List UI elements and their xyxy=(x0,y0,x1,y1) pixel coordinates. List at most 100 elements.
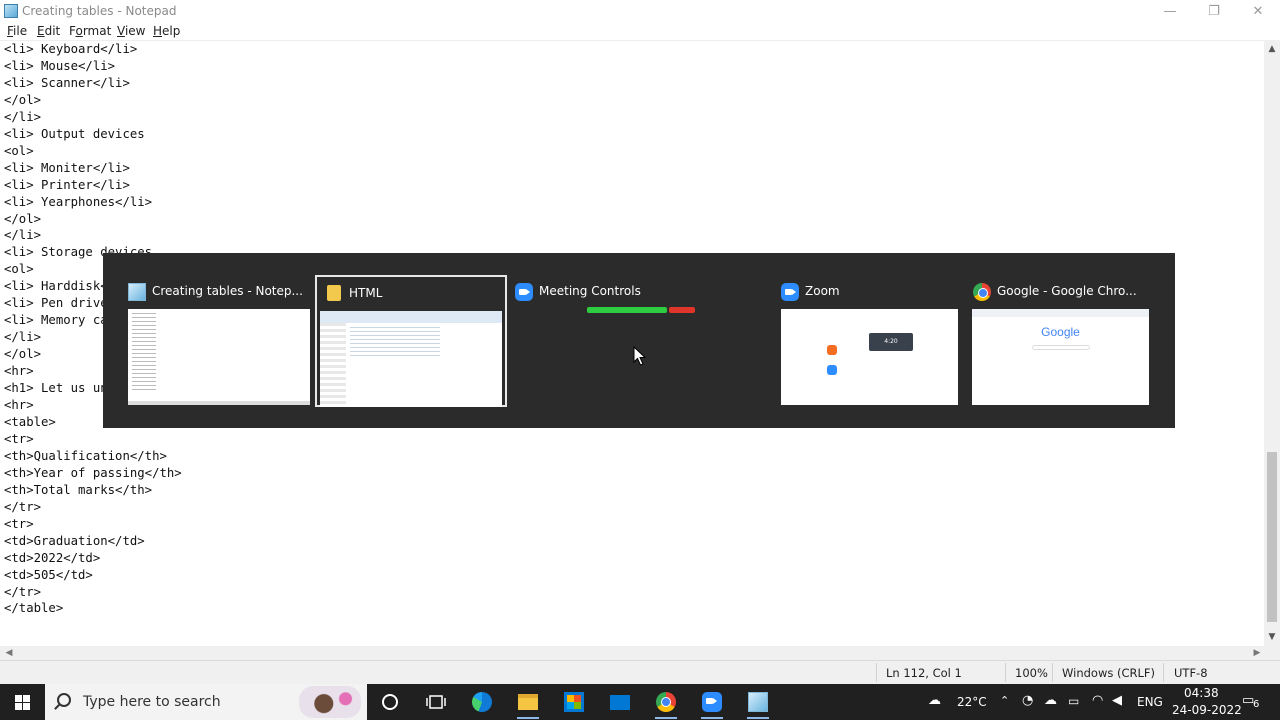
status-divider xyxy=(1052,663,1053,682)
chrome-button[interactable] xyxy=(643,684,689,720)
switcher-label: Zoom xyxy=(805,284,840,298)
vertical-scrollbar[interactable]: ▲ ▼ xyxy=(1264,40,1280,646)
menu-help[interactable]: Help xyxy=(153,24,180,38)
status-bar: Ln 112, Col 1 100% Windows (CRLF) UTF-8 xyxy=(0,660,1280,684)
scroll-thumb[interactable] xyxy=(1267,452,1277,622)
switcher-item-meeting-controls[interactable]: Meeting Controls xyxy=(507,275,767,407)
stop-share-button xyxy=(669,307,695,313)
notepad-button[interactable] xyxy=(735,684,781,720)
editor-line: </ol> xyxy=(4,92,42,107)
editor-line: </ol> xyxy=(4,211,42,226)
clock-date[interactable]: 24-09-2022 xyxy=(1172,703,1242,717)
editor-line: <td>2022</td> xyxy=(4,550,101,565)
scroll-down-icon[interactable]: ▼ xyxy=(1264,630,1280,644)
menu-view-mnemonic: V xyxy=(117,24,125,38)
editor-line: </li> xyxy=(4,109,42,124)
task-switcher: Creating tables - Notep... HTML Meeting … xyxy=(103,253,1175,428)
menu-file[interactable]: File xyxy=(7,24,27,38)
switcher-label: Google - Google Chro... xyxy=(997,284,1137,298)
cursor-position: Ln 112, Col 1 xyxy=(886,666,962,680)
file-explorer-button[interactable] xyxy=(505,684,551,720)
search-placeholder: Type here to search xyxy=(83,694,221,710)
search-highlight-icon xyxy=(299,686,361,718)
switcher-item-zoom[interactable]: Zoom 4:20 xyxy=(773,275,959,407)
edge-icon xyxy=(472,692,492,712)
onedrive-icon[interactable]: ☁ xyxy=(1044,693,1057,708)
switcher-item-notepad[interactable]: Creating tables - Notep... xyxy=(120,275,312,407)
menu-help-mnemonic: H xyxy=(153,24,163,38)
scroll-right-icon[interactable]: ▶ xyxy=(1250,646,1264,660)
desktop: Creating tables - Notepad — ❐ ✕ File Edi… xyxy=(0,0,1280,720)
scroll-up-icon[interactable]: ▲ xyxy=(1264,42,1280,56)
explorer-thumbnail xyxy=(320,311,502,407)
notepad-icon xyxy=(128,283,146,301)
editor-line: <td>505</td> xyxy=(4,567,93,582)
notepad-thumbnail xyxy=(128,309,310,405)
show-hidden-icons-icon[interactable]: ⌃ xyxy=(1000,694,1009,707)
editor-line: <li> Moniter</li> xyxy=(4,160,130,175)
minimize-button[interactable]: — xyxy=(1148,0,1192,22)
windows-logo-icon xyxy=(14,694,30,710)
editor-line: <tr> xyxy=(4,431,34,446)
editor-line: <td>Graduation</td> xyxy=(4,533,145,548)
google-logo: Google xyxy=(1041,325,1080,339)
task-view-button[interactable] xyxy=(413,684,459,720)
switcher-item-html[interactable]: HTML xyxy=(315,275,507,407)
menu-view-rest: iew xyxy=(124,24,146,38)
editor-line: <th>Year of passing</th> xyxy=(4,465,182,480)
input-language[interactable]: ENG xyxy=(1137,695,1163,709)
battery-icon[interactable]: ▭ xyxy=(1068,694,1079,708)
switcher-label: HTML xyxy=(349,286,383,300)
zoom-thumbnail: 4:20 xyxy=(781,309,958,405)
menu-view[interactable]: View xyxy=(117,24,145,38)
cortana-icon xyxy=(382,694,398,710)
menu-edit[interactable]: Edit xyxy=(37,24,60,38)
start-button[interactable] xyxy=(0,684,44,720)
mouse-cursor-icon xyxy=(633,346,647,366)
zoom-button[interactable] xyxy=(689,684,735,720)
chrome-thumbnail: Google xyxy=(972,309,1149,405)
horizontal-scrollbar[interactable]: ◀ ▶ xyxy=(0,646,1280,660)
store-button[interactable] xyxy=(551,684,597,720)
zoom-icon xyxy=(781,283,799,301)
zoom-clock: 4:20 xyxy=(869,333,913,351)
file-explorer-icon xyxy=(518,694,538,710)
menu-format[interactable]: Format xyxy=(69,24,111,38)
cortana-button[interactable] xyxy=(367,684,413,720)
temperature[interactable]: 22°C xyxy=(957,695,987,709)
close-button[interactable]: ✕ xyxy=(1236,0,1280,22)
menu-bar: File Edit Format View Help xyxy=(0,22,1280,40)
editor-line: </li> xyxy=(4,228,42,243)
folder-icon xyxy=(327,285,341,301)
chrome-icon xyxy=(656,692,676,712)
taskbar-search[interactable]: Type here to search xyxy=(45,684,367,720)
editor-line: <tr> xyxy=(4,516,34,531)
edge-button[interactable] xyxy=(459,684,505,720)
zoom-level: 100% xyxy=(1015,666,1048,680)
restore-button[interactable]: ❐ xyxy=(1192,0,1236,22)
encoding: UTF-8 xyxy=(1174,666,1208,680)
meeting-status-bar xyxy=(587,307,667,313)
meet-now-icon[interactable]: ◔ xyxy=(1022,693,1033,708)
menu-help-rest: elp xyxy=(162,24,181,38)
clock-time[interactable]: 04:38 xyxy=(1184,686,1219,700)
scroll-left-icon[interactable]: ◀ xyxy=(2,646,16,660)
volume-icon[interactable]: ◀ xyxy=(1112,693,1122,708)
editor-line: <th>Total marks</th> xyxy=(4,482,153,497)
weather-icon[interactable]: ☁ xyxy=(928,693,941,708)
editor-line: <li> Keyboard</li> xyxy=(4,42,138,56)
window-title: Creating tables - Notepad xyxy=(22,4,177,18)
store-icon xyxy=(564,692,584,712)
title-bar[interactable]: Creating tables - Notepad — ❐ ✕ xyxy=(0,0,1280,22)
zoom-icon xyxy=(702,692,722,712)
switcher-label: Creating tables - Notep... xyxy=(152,284,303,298)
switcher-item-chrome[interactable]: Google - Google Chro... Google xyxy=(965,275,1155,407)
menu-format-mnemonic: o xyxy=(75,24,83,38)
menu-edit-mnemonic: E xyxy=(37,24,45,38)
menu-format-rest: rmat xyxy=(82,24,112,38)
mail-button[interactable] xyxy=(597,684,643,720)
status-divider xyxy=(1163,663,1164,682)
wifi-icon[interactable]: ◠ xyxy=(1092,693,1103,708)
taskbar: Type here to search ☁ 22°C ⌃ ◔ ☁ ▭ ◠ ◀ E… xyxy=(0,684,1280,720)
status-divider xyxy=(1005,663,1006,682)
